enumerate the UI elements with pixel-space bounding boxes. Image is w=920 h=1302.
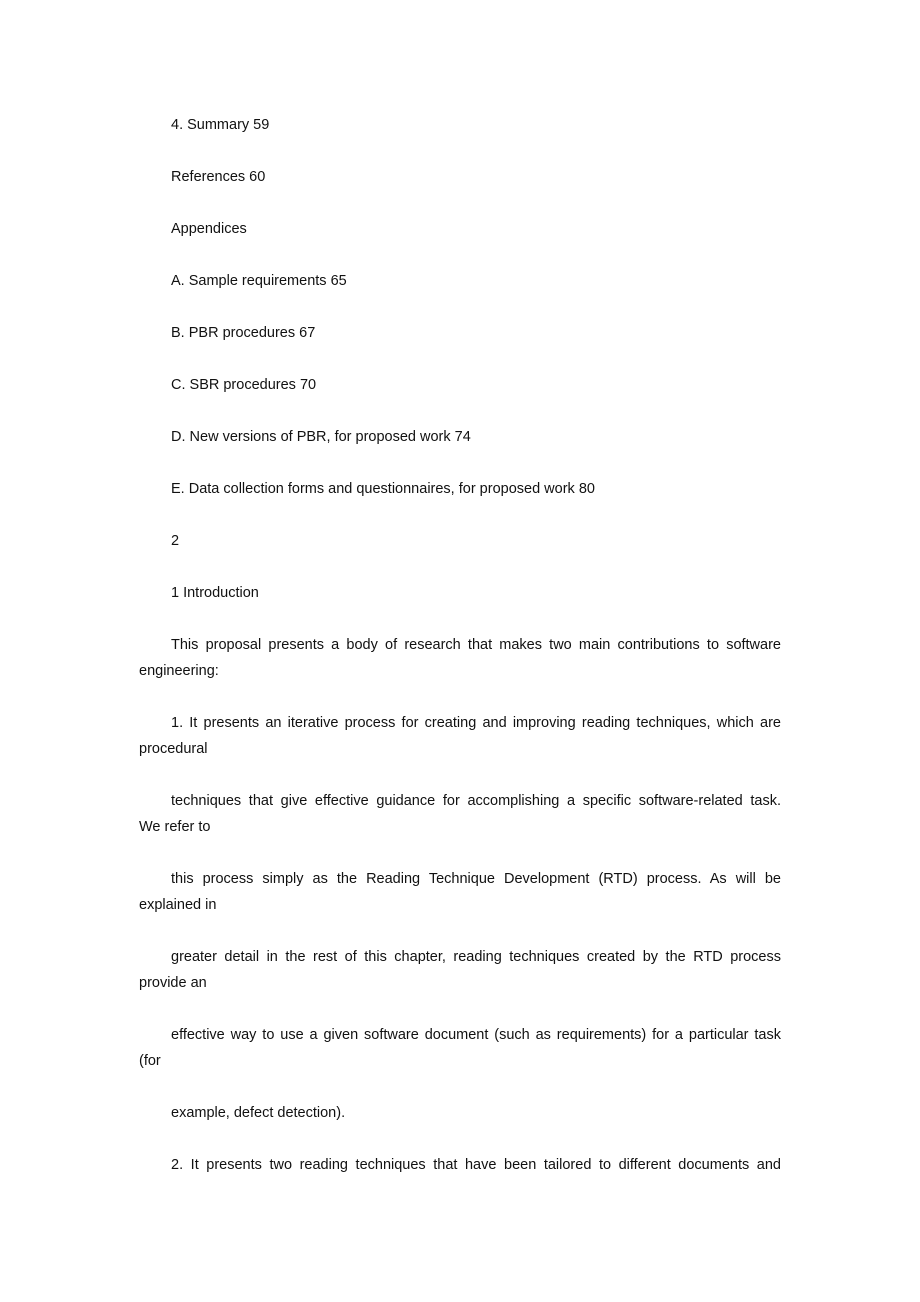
paragraph: 1. It presents an iterative process for … xyxy=(139,710,781,762)
paragraph: techniques that give effective guidance … xyxy=(139,788,781,840)
paragraph-line: this process simply as the Reading Techn… xyxy=(171,871,781,887)
paragraph-continuation: procedural xyxy=(139,741,208,757)
toc-entry-appendix-b: B. PBR procedures 67 xyxy=(171,325,316,341)
paragraph: greater detail in the rest of this chapt… xyxy=(139,944,781,996)
toc-entry-appendix-e: E. Data collection forms and questionnai… xyxy=(171,481,595,497)
paragraph: effective way to use a given software do… xyxy=(139,1022,781,1074)
paragraph: example, defect detection). xyxy=(139,1100,781,1126)
paragraph-continuation: engineering: xyxy=(139,663,219,679)
paragraph-line: effective way to use a given software do… xyxy=(171,1027,781,1043)
paragraph: This proposal presents a body of researc… xyxy=(139,632,781,684)
page-number: 2 xyxy=(171,533,180,549)
toc-entry-summary: 4. Summary 59 xyxy=(171,117,270,133)
paragraph-line: techniques that give effective guidance … xyxy=(171,793,781,809)
paragraph-continuation: (for xyxy=(139,1053,161,1069)
paragraph-continuation: explained in xyxy=(139,897,217,913)
paragraph-line: 2. It presents two reading techniques th… xyxy=(171,1157,781,1173)
toc-entry-appendix-c: C. SBR procedures 70 xyxy=(171,377,317,393)
section-heading: 1 Introduction xyxy=(171,585,259,601)
paragraph-line: example, defect detection). xyxy=(171,1105,346,1121)
paragraph-continuation: provide an xyxy=(139,975,207,991)
paragraph-line: This proposal presents a body of researc… xyxy=(171,637,781,653)
toc-entry-appendix-d: D. New versions of PBR, for proposed wor… xyxy=(171,429,471,445)
paragraph: 2. It presents two reading techniques th… xyxy=(139,1152,781,1178)
toc-entry-appendix-a: A. Sample requirements 65 xyxy=(171,273,347,289)
paragraph-line: greater detail in the rest of this chapt… xyxy=(171,949,781,965)
paragraph: this process simply as the Reading Techn… xyxy=(139,866,781,918)
toc-entry-references: References 60 xyxy=(171,169,266,185)
paragraph-line: 1. It presents an iterative process for … xyxy=(171,715,781,731)
toc-appendices-heading: Appendices xyxy=(171,221,247,237)
paragraph-continuation: We refer to xyxy=(139,819,211,835)
